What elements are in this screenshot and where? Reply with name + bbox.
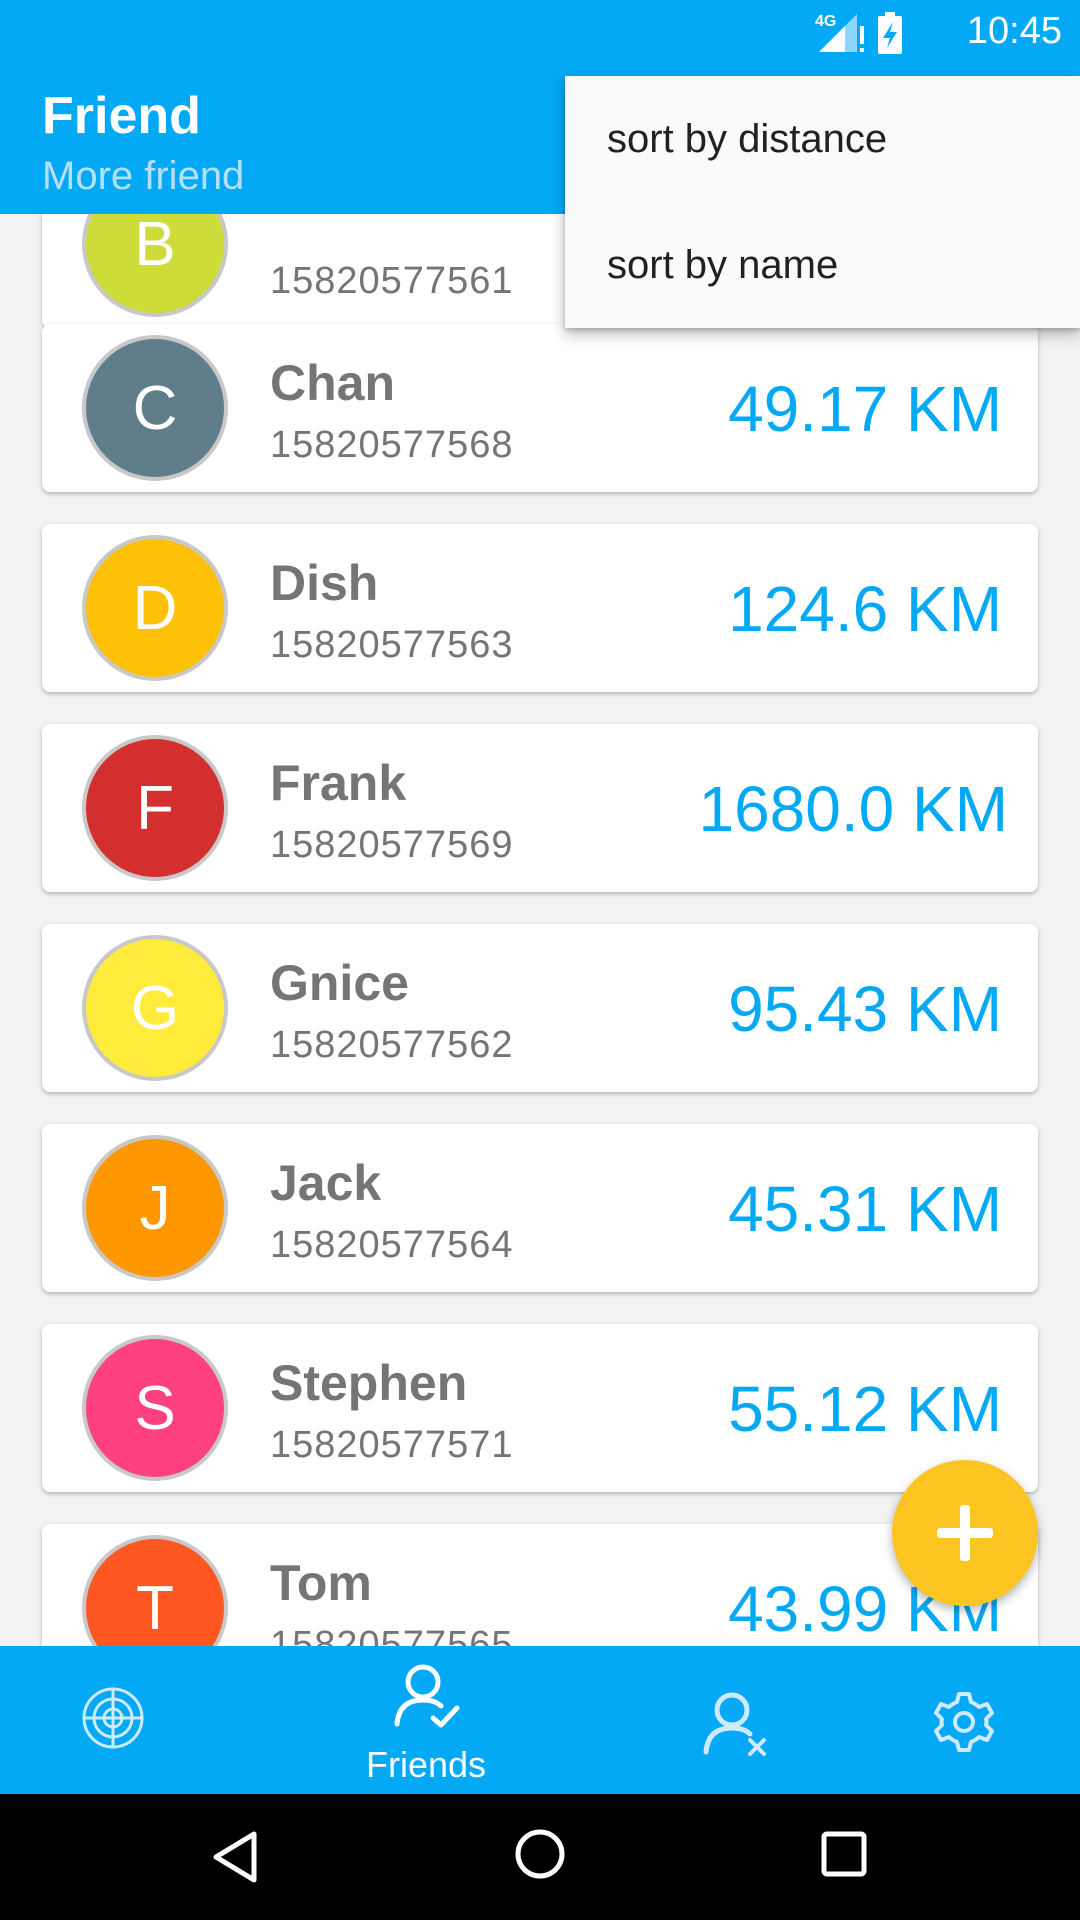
- status-bar: 4G 10:45: [0, 0, 1080, 64]
- avatar: S: [82, 1335, 228, 1481]
- friend-card[interactable]: J Jack 15820577564 45.31 KM: [42, 1124, 1038, 1292]
- friend-phone: 15820577561: [270, 260, 514, 302]
- friend-phone: 15820577568: [270, 424, 514, 466]
- friend-phone: 15820577563: [270, 624, 514, 666]
- friend-card[interactable]: G Gnice 15820577562 95.43 KM: [42, 924, 1038, 1092]
- friend-phone: 15820577571: [270, 1424, 514, 1466]
- nav-item-friends[interactable]: Friends: [226, 1646, 626, 1794]
- friends-icon: [394, 1664, 460, 1728]
- avatar: T: [82, 1535, 228, 1646]
- radar-icon: [82, 1687, 144, 1749]
- friend-name: Gnice: [270, 955, 409, 1011]
- nav-item-radar[interactable]: [0, 1646, 226, 1794]
- system-nav-bar: [0, 1794, 1080, 1920]
- avatar: B: [82, 214, 228, 317]
- friend-distance: 45.31 KM: [728, 1173, 1002, 1245]
- avatar: F: [82, 735, 228, 881]
- bottom-nav: Friends: [0, 1646, 1080, 1794]
- nav-item-remove-friend[interactable]: [626, 1646, 846, 1794]
- friend-distance: 55.12 KM: [728, 1373, 1002, 1445]
- sort-by-name-menu-item[interactable]: sort by name: [565, 202, 1080, 328]
- friend-distance: 124.6 KM: [728, 573, 1002, 645]
- status-time: 10:45: [966, 10, 1062, 52]
- friend-name: Chan: [270, 355, 395, 411]
- plus-icon: [937, 1505, 993, 1561]
- friend-phone: 15820577569: [270, 824, 514, 866]
- add-friend-button[interactable]: [892, 1460, 1038, 1606]
- friend-name: Stephen: [270, 1355, 468, 1411]
- friends-list[interactable]: B 15820577561 C Chan 15820577568 49.17 K…: [0, 214, 1080, 1646]
- friend-card[interactable]: S Stephen 15820577571 55.12 KM: [42, 1324, 1038, 1492]
- friend-phone: 15820577565: [270, 1624, 514, 1646]
- friend-distance: 95.43 KM: [728, 973, 1002, 1045]
- friend-phone: 15820577564: [270, 1224, 514, 1266]
- page-subtitle: More friend: [42, 154, 245, 198]
- friend-card[interactable]: F Frank 15820577569 1680.0 KM: [42, 724, 1038, 892]
- friend-distance: 1680.0 KM: [698, 773, 1008, 845]
- back-icon[interactable]: [210, 1830, 260, 1884]
- avatar: D: [82, 535, 228, 681]
- network-type-label: 4G: [815, 13, 836, 30]
- recents-icon[interactable]: [820, 1830, 868, 1878]
- home-icon[interactable]: [514, 1828, 566, 1880]
- friend-distance: 49.17 KM: [728, 373, 1002, 445]
- friend-name: Tom: [270, 1555, 372, 1611]
- avatar: J: [82, 1135, 228, 1281]
- friend-card[interactable]: D Dish 15820577563 124.6 KM: [42, 524, 1038, 692]
- nav-label-friends: Friends: [365, 1744, 487, 1785]
- gear-icon: [934, 1692, 994, 1752]
- nav-item-settings[interactable]: [846, 1646, 1080, 1794]
- friend-card[interactable]: C Chan 15820577568 49.17 KM: [42, 324, 1038, 492]
- page-title: Friend: [42, 87, 201, 145]
- friend-name: Frank: [270, 755, 407, 811]
- friend-name: Jack: [270, 1155, 382, 1211]
- friend-name: Dish: [270, 555, 379, 611]
- sort-menu: sort by distance sort by name: [565, 76, 1080, 328]
- avatar: G: [82, 935, 228, 1081]
- avatar: C: [82, 335, 228, 481]
- status-icons: 4G: [815, 10, 905, 54]
- friend-card[interactable]: T Tom 15820577565 43.99 KM: [42, 1524, 1038, 1646]
- remove-user-icon: [703, 1692, 766, 1756]
- sort-by-distance-menu-item[interactable]: sort by distance: [565, 76, 1080, 202]
- friend-phone: 15820577562: [270, 1024, 514, 1066]
